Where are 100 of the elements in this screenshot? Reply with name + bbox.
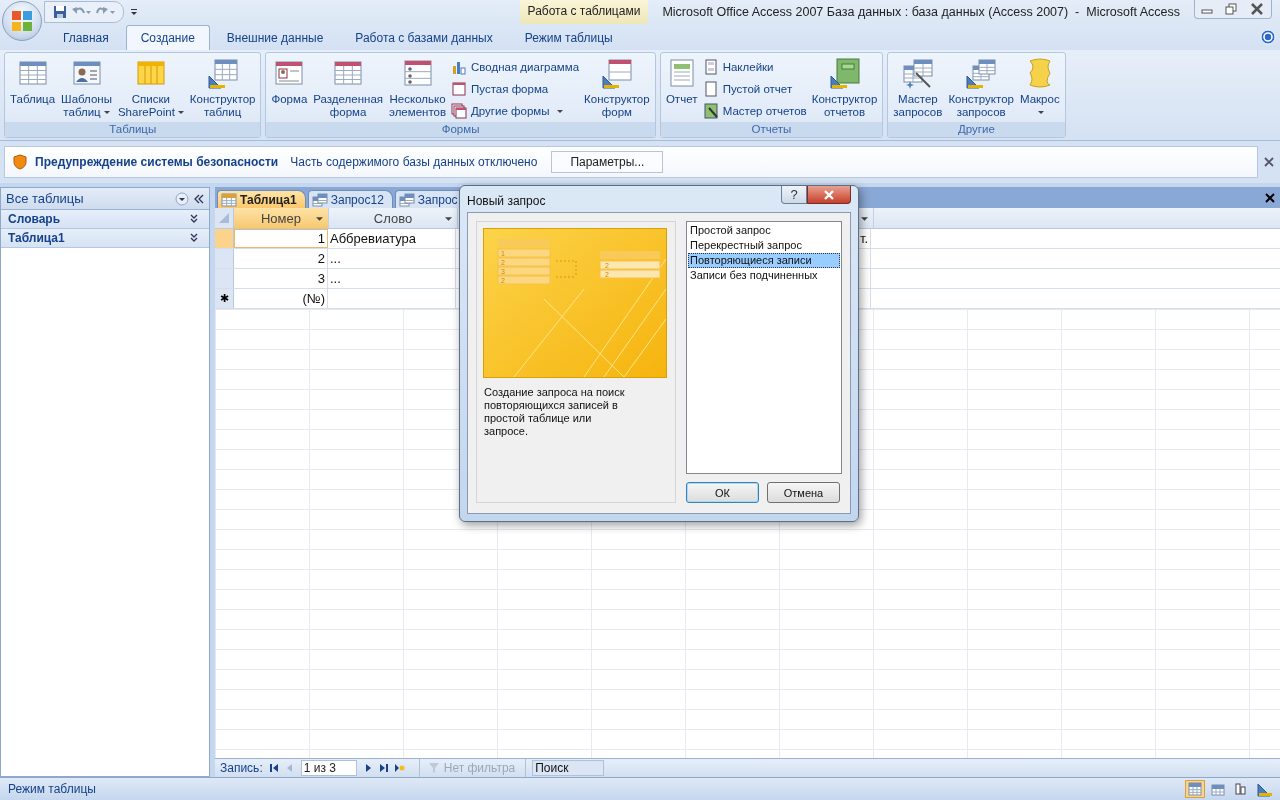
form-design-icon bbox=[600, 57, 633, 89]
query-design-icon bbox=[965, 57, 998, 89]
ribbon-button[interactable]: Шаблоны таблиц bbox=[58, 55, 115, 122]
close-button[interactable] bbox=[807, 186, 851, 204]
window-title: Microsoft Office Access 2007 База данных : база данных (Access 2007) - Microsoft Access bbox=[661, 5, 1181, 19]
table-cell[interactable]: (№) bbox=[234, 289, 328, 308]
table-cell[interactable]: 1 bbox=[234, 229, 328, 248]
caret-icon bbox=[861, 217, 868, 221]
dropdown-icon[interactable] bbox=[175, 191, 189, 206]
last-record-icon[interactable] bbox=[378, 763, 389, 773]
query-icon bbox=[398, 192, 415, 207]
ribbon-button[interactable]: Конструктор форм bbox=[581, 55, 653, 122]
new-record-icon[interactable] bbox=[394, 763, 405, 773]
cancel-button[interactable]: Отмена bbox=[767, 482, 840, 503]
list-item[interactable]: Перекрестный запрос bbox=[688, 238, 840, 253]
expand-icon bbox=[189, 233, 199, 243]
record-position-field[interactable]: 1 из 3 bbox=[300, 760, 357, 776]
ribbon-button[interactable]: Отчет bbox=[662, 55, 701, 122]
ribbon-tab[interactable]: Работа с базами данных bbox=[340, 25, 508, 50]
list-item[interactable]: Записи без подчиненных bbox=[688, 268, 840, 283]
group-label: Отчеты bbox=[660, 122, 883, 137]
list-item[interactable]: Простой запрос bbox=[688, 223, 840, 238]
ribbon-button[interactable]: Другие формы bbox=[449, 101, 582, 121]
pane-title: Все таблицы bbox=[6, 191, 85, 206]
contextual-tab-label: Работа с таблицами bbox=[519, 0, 649, 24]
list-item[interactable]: Повторяющиеся записи bbox=[688, 253, 840, 268]
close-icon[interactable] bbox=[1264, 157, 1274, 167]
table-cell[interactable]: 2 bbox=[234, 249, 328, 268]
dialog-title: Новый запрос bbox=[467, 194, 547, 208]
ribbon-button[interactable]: Разделенная форма bbox=[310, 55, 386, 122]
datasheet-view-icon bbox=[1187, 781, 1203, 797]
close-icon[interactable] bbox=[1265, 192, 1275, 203]
ribbon-button[interactable]: Таблица bbox=[7, 55, 59, 122]
ribbon-button[interactable]: Пустой отчет bbox=[700, 79, 809, 99]
caret-icon bbox=[556, 109, 563, 113]
record-label: Запись: bbox=[220, 761, 263, 775]
status-text: Режим таблицы bbox=[8, 782, 97, 796]
table-design-icon bbox=[206, 57, 239, 89]
first-record-icon[interactable] bbox=[268, 763, 279, 773]
collapse-pane-icon[interactable] bbox=[193, 192, 205, 205]
close-icon[interactable] bbox=[1249, 3, 1265, 15]
ribbon-button[interactable]: Сводная диаграмма bbox=[449, 57, 582, 77]
document-tab[interactable]: Таблица1 bbox=[217, 190, 306, 208]
customize-toolbar-icon[interactable] bbox=[130, 8, 138, 16]
row-selector[interactable]: ✱ bbox=[215, 289, 234, 308]
view-button[interactable] bbox=[1185, 780, 1205, 798]
ribbon-button[interactable]: Конструктор отчетов bbox=[808, 55, 881, 122]
save-icon[interactable] bbox=[53, 5, 67, 19]
multiple-items-icon bbox=[401, 57, 434, 89]
labels-icon bbox=[702, 59, 719, 75]
table-cell[interactable]: ... bbox=[328, 269, 456, 288]
options-button[interactable]: Параметры... bbox=[551, 151, 664, 173]
restore-icon[interactable] bbox=[1225, 3, 1237, 15]
pivot-chart-icon bbox=[1233, 781, 1249, 797]
ribbon-tab[interactable]: Главная bbox=[48, 25, 124, 50]
description-text: Создание запроса на поиск повторяющихся записей в простой таблице или запросе. bbox=[484, 386, 626, 438]
funnel-icon bbox=[427, 762, 440, 774]
column-header[interactable]: Слово bbox=[329, 208, 458, 228]
group-label: Другие bbox=[888, 122, 1065, 137]
caret-icon bbox=[103, 111, 110, 115]
table-cell[interactable]: ... bbox=[328, 249, 456, 268]
caret-icon bbox=[177, 111, 184, 115]
blank-form-icon bbox=[451, 81, 468, 97]
table-cell[interactable]: Аббревиатура bbox=[328, 229, 456, 248]
ribbon-button[interactable]: Мастер запросов bbox=[890, 55, 946, 122]
ribbon-button[interactable]: Конструктор таблиц bbox=[186, 55, 259, 122]
ribbon-button[interactable]: Пустая форма bbox=[449, 79, 582, 99]
ribbon-button[interactable]: Наклейки bbox=[700, 57, 809, 77]
chart-icon bbox=[451, 59, 468, 75]
ribbon-button[interactable]: Несколько элементов bbox=[386, 55, 450, 122]
table-icon bbox=[221, 192, 237, 207]
ribbon-tab[interactable]: Внешние данные bbox=[211, 25, 339, 50]
help-button[interactable]: ? bbox=[781, 186, 807, 204]
table-cell[interactable]: 3 bbox=[234, 269, 328, 288]
ribbon-button[interactable]: Форма bbox=[268, 55, 311, 122]
navigation-group[interactable]: Таблица1 bbox=[1, 229, 209, 248]
expand-icon bbox=[189, 214, 199, 224]
column-header[interactable]: Номер bbox=[234, 208, 329, 228]
ribbon-button[interactable]: Списки SharePoint bbox=[114, 55, 187, 122]
document-tab[interactable]: Запрос12 bbox=[307, 190, 393, 208]
caret-icon bbox=[445, 217, 452, 221]
ribbon-button[interactable]: Макрос bbox=[1016, 55, 1063, 122]
caret-icon bbox=[1038, 111, 1045, 115]
warning-title: Предупреждение системы безопасности bbox=[35, 155, 279, 169]
report-wizard-icon bbox=[702, 103, 719, 119]
ribbon-tab[interactable]: Создание bbox=[125, 25, 210, 50]
close-icon bbox=[823, 189, 835, 200]
design-view-icon bbox=[1256, 781, 1272, 797]
query-icon bbox=[311, 192, 328, 207]
office-button[interactable] bbox=[2, 1, 42, 41]
ok-button[interactable]: ОК bbox=[686, 482, 759, 503]
search-field[interactable]: Поиск bbox=[532, 760, 605, 776]
navigation-group[interactable]: Словарь bbox=[1, 210, 209, 229]
report-design-icon bbox=[828, 57, 861, 89]
blank-report-icon bbox=[702, 81, 719, 97]
ribbon-button[interactable]: Мастер отчетов bbox=[700, 101, 809, 121]
ribbon-button[interactable]: Конструктор запросов bbox=[945, 55, 1017, 122]
group-label: Таблицы bbox=[5, 122, 261, 137]
warning-message: Часть содержимого базы данных отключено bbox=[290, 155, 538, 169]
ribbon-tab[interactable]: Режим таблицы bbox=[509, 25, 628, 50]
